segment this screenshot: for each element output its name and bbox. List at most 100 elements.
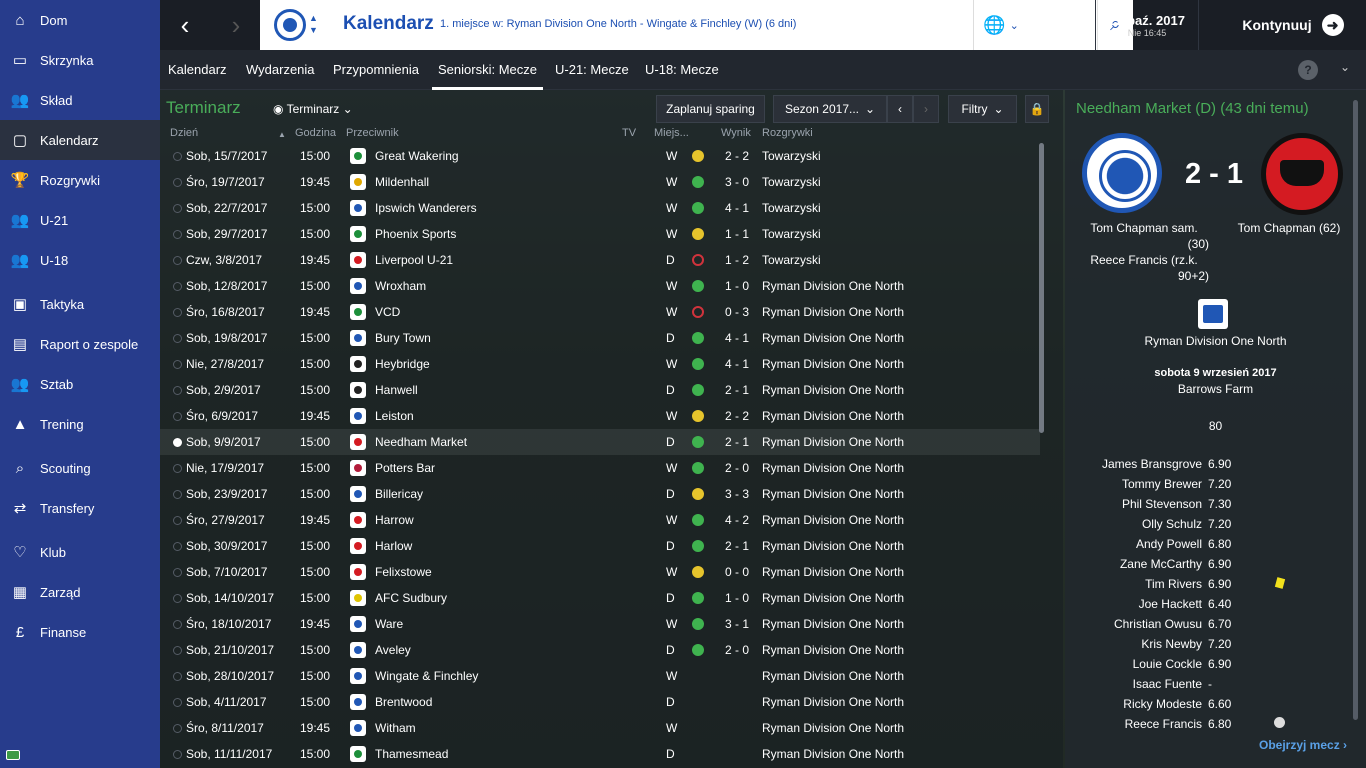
fixture-competition[interactable]: Towarzyski (762, 175, 821, 189)
fixture-opponent[interactable]: Thamesmead (375, 747, 448, 761)
fixture-competition[interactable]: Ryman Division One North (762, 591, 904, 605)
player-rating-row[interactable]: Joe Hackett 6.40 (1065, 594, 1366, 614)
fixture-competition[interactable]: Ryman Division One North (762, 539, 904, 553)
plan-friendly-button[interactable]: Zaplanuj sparing (656, 95, 765, 123)
player-rating-row[interactable]: Reece Francis 6.80 (1065, 714, 1366, 734)
fixture-opponent[interactable]: Potters Bar (375, 461, 435, 475)
fixture-row[interactable]: Sob, 4/11/2017 15:00 Brentwood D Ryman Divis… (160, 689, 1040, 715)
fixture-competition[interactable]: Towarzyski (762, 201, 821, 215)
fixture-row[interactable]: Śro, 19/7/2017 19:45 Mildenhall W 3 - 0 Towar… (160, 169, 1040, 195)
sidebar-item-kalendarz[interactable]: ▢ Kalendarz (0, 120, 160, 160)
col-result[interactable]: Wynik (721, 127, 751, 139)
date-display[interactable]: 22 paź. 2017 Nie 16:45 (1095, 0, 1199, 50)
fixture-competition[interactable]: Ryman Division One North (762, 617, 904, 631)
fixture-competition[interactable]: Ryman Division One North (762, 435, 904, 449)
player-rating-row[interactable]: James Bransgrove 6.90 (1065, 454, 1366, 474)
col-venue[interactable]: Miejs... (654, 127, 689, 139)
tab-u-21-mecze[interactable]: U-21: Mecze (555, 50, 629, 90)
player-rating-row[interactable]: Louie Cockle 6.90 (1065, 654, 1366, 674)
fixture-row[interactable]: Śro, 8/11/2017 19:45 Witham W Ryman Division… (160, 715, 1040, 741)
opponent-crest-icon[interactable] (350, 330, 366, 346)
player-rating-row[interactable]: Ricky Modeste 6.60 (1065, 694, 1366, 714)
fixture-opponent[interactable]: Brentwood (375, 695, 432, 709)
view-match-link[interactable]: Obejrzyj mecz › (1259, 738, 1347, 752)
fixture-opponent[interactable]: Bury Town (375, 331, 431, 345)
fixture-competition[interactable]: Ryman Division One North (762, 305, 904, 319)
opponent-crest-icon[interactable] (350, 720, 366, 736)
opponent-crest-icon[interactable] (350, 148, 366, 164)
fixture-opponent[interactable]: Ware (375, 617, 403, 631)
fixture-row[interactable]: Sob, 15/7/2017 15:00 Great Wakering W 2 - 2 T… (160, 143, 1040, 169)
globe-menu-button[interactable]: 🌐 ⌄ (973, 0, 1028, 50)
fixture-opponent[interactable]: Liverpool U-21 (375, 253, 453, 267)
fixture-opponent[interactable]: Billericay (375, 487, 423, 501)
fixture-competition[interactable]: Ryman Division One North (762, 513, 904, 527)
fixture-competition[interactable]: Ryman Division One North (762, 383, 904, 397)
player-rating-row[interactable]: Tim Rivers 6.90 (1065, 574, 1366, 594)
season-dropdown[interactable]: Sezon 2017... ⌄ (773, 95, 887, 123)
fixture-row[interactable]: Śro, 27/9/2017 19:45 Harrow W 4 - 2 Ryman Div… (160, 507, 1040, 533)
player-rating-row[interactable]: Olly Schulz 7.20 (1065, 514, 1366, 534)
fixture-opponent[interactable]: Wingate & Finchley (375, 669, 478, 683)
player-rating-row[interactable]: Andy Powell 6.80 (1065, 534, 1366, 554)
tab-przypomnienia[interactable]: Przypomnienia (333, 50, 419, 90)
opponent-crest-icon[interactable] (350, 616, 366, 632)
opponent-crest-icon[interactable] (350, 434, 366, 450)
fixture-competition[interactable]: Ryman Division One North (762, 279, 904, 293)
sidebar-item-skrzynka[interactable]: ▭ Skrzynka (0, 40, 160, 80)
fixture-row[interactable]: Czw, 3/8/2017 19:45 Liverpool U-21 D 1 - 2 To… (160, 247, 1040, 273)
tab-wydarzenia[interactable]: Wydarzenia (246, 50, 315, 90)
sidebar-item-u-18[interactable]: 👥 U-18 (0, 240, 160, 280)
fixture-row[interactable]: Nie, 17/9/2017 15:00 Potters Bar W 2 - 0 Ryma… (160, 455, 1040, 481)
fixture-row[interactable]: Sob, 29/7/2017 15:00 Phoenix Sports W 1 - 1 T… (160, 221, 1040, 247)
opponent-crest-icon[interactable] (350, 278, 366, 294)
fixture-competition[interactable]: Towarzyski (762, 149, 821, 163)
view-dropdown[interactable]: ◉ Terminarz ⌄ (273, 102, 353, 116)
fixture-opponent[interactable]: Harrow (375, 513, 414, 527)
fixture-row[interactable]: Sob, 28/10/2017 15:00 Wingate & Finchley W R… (160, 663, 1040, 689)
away-team-crest-icon[interactable] (1261, 133, 1343, 215)
player-rating-row[interactable]: Isaac Fuente - (1065, 674, 1366, 694)
opponent-crest-icon[interactable] (350, 512, 366, 528)
competition-badge-icon[interactable] (1198, 299, 1228, 329)
sidebar-item-raport-o-zespole[interactable]: ▤ Raport o zespole (0, 324, 160, 364)
fixture-opponent[interactable]: Hanwell (375, 383, 418, 397)
fixture-row[interactable]: Sob, 14/10/2017 15:00 AFC Sudbury D 1 - 0 Rym… (160, 585, 1040, 611)
fixture-opponent[interactable]: Leiston (375, 409, 414, 423)
col-time[interactable]: Godzina (295, 127, 336, 139)
opponent-crest-icon[interactable] (350, 564, 366, 580)
chevron-down-icon[interactable]: ⌄ (1340, 60, 1350, 74)
player-rating-row[interactable]: Kris Newby 7.20 (1065, 634, 1366, 654)
back-button[interactable]: ‹ (160, 0, 210, 50)
fixture-row[interactable]: Sob, 22/7/2017 15:00 Ipswich Wanderers W 4 -… (160, 195, 1040, 221)
sidebar-item-zarząd[interactable]: ▦ Zarząd (0, 572, 160, 612)
player-rating-row[interactable]: Christian Owusu 6.70 (1065, 614, 1366, 634)
filters-button[interactable]: Filtry ⌄ (948, 95, 1017, 123)
opponent-crest-icon[interactable] (350, 304, 366, 320)
opponent-crest-icon[interactable] (350, 460, 366, 476)
fixture-competition[interactable]: Ryman Division One North (762, 409, 904, 423)
summary-scrollbar[interactable] (1353, 100, 1358, 720)
fixture-row[interactable]: Nie, 27/8/2017 15:00 Heybridge W 4 - 1 Ryman … (160, 351, 1040, 377)
fixture-opponent[interactable]: Harlow (375, 539, 412, 553)
tab-kalendarz[interactable]: Kalendarz (168, 50, 227, 90)
opponent-crest-icon[interactable] (350, 252, 366, 268)
fixture-opponent[interactable]: Mildenhall (375, 175, 429, 189)
fixture-competition[interactable]: Towarzyski (762, 253, 821, 267)
fixture-opponent[interactable]: Needham Market (375, 435, 467, 449)
opponent-crest-icon[interactable] (350, 746, 366, 762)
network-status-icon[interactable] (6, 750, 20, 760)
club-switch-chevron-icon[interactable]: ▲ ▼ (309, 12, 318, 36)
opponent-crest-icon[interactable] (350, 356, 366, 372)
col-day[interactable]: Dzień (170, 127, 198, 139)
opponent-crest-icon[interactable] (350, 486, 366, 502)
opponent-crest-icon[interactable] (350, 642, 366, 658)
fixture-row[interactable]: Śro, 6/9/2017 19:45 Leiston W 2 - 2 Ryman Div… (160, 403, 1040, 429)
fixture-row[interactable]: Sob, 2/9/2017 15:00 Hanwell D 2 - 1 Ryman Div… (160, 377, 1040, 403)
lock-button[interactable]: 🔒 (1025, 95, 1049, 123)
fm-menu-button[interactable]: FM ⌄ (1036, 0, 1094, 50)
fixture-row[interactable]: Sob, 12/8/2017 15:00 Wroxham W 1 - 0 Ryman Di… (160, 273, 1040, 299)
fixture-row[interactable]: Sob, 30/9/2017 15:00 Harlow D 2 - 1 Ryman Div… (160, 533, 1040, 559)
tab-seniorski-mecze[interactable]: Seniorski: Mecze (432, 50, 543, 90)
fixture-competition[interactable]: Ryman Division One North (762, 747, 904, 761)
